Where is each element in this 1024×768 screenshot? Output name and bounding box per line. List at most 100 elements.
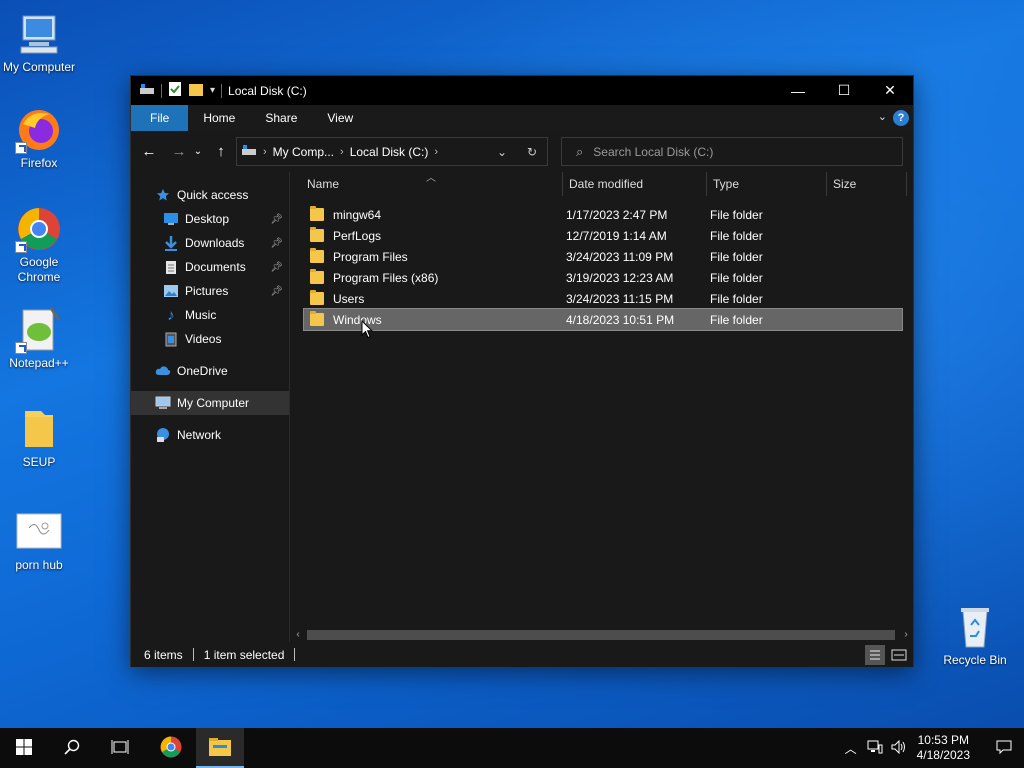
volume-icon[interactable] [887, 739, 911, 757]
close-button[interactable]: ✕ [867, 76, 913, 105]
scrollbar-thumb[interactable] [307, 630, 895, 640]
tab-view[interactable]: View [312, 105, 368, 131]
shortcut-arrow-icon [15, 142, 27, 154]
tab-share[interactable]: Share [250, 105, 312, 131]
file-type: File folder [710, 228, 763, 243]
network-icon [155, 427, 171, 443]
computer-icon [155, 395, 171, 411]
sidebar-item-pictures[interactable]: Pictures 📌︎ [131, 279, 289, 303]
search-input[interactable]: ⌕ Search Local Disk (C:) [561, 137, 903, 166]
sidebar-item-label: Network [177, 428, 222, 442]
file-row[interactable]: mingw64 1/17/2023 2:47 PM File folder [304, 204, 902, 225]
column-header-type[interactable]: Type [707, 172, 827, 196]
file-row[interactable]: Program Files (x86) 3/19/2023 12:23 AM Fil… [304, 267, 902, 288]
chevron-right-icon[interactable]: › [263, 146, 267, 158]
file-name: Program Files [333, 249, 408, 264]
up-arrow-icon[interactable]: ↑ [209, 139, 233, 163]
scroll-right-icon[interactable]: › [899, 628, 913, 642]
desktop-icon-recycle-bin[interactable]: Recycle Bin [937, 603, 1013, 668]
column-header-date[interactable]: Date modified [563, 172, 707, 196]
refresh-icon[interactable]: ↻ [517, 145, 547, 159]
taskbar-chrome[interactable] [147, 728, 195, 768]
tab-home[interactable]: Home [188, 105, 250, 131]
shortcut-arrow-icon [15, 241, 27, 253]
start-button[interactable] [0, 728, 48, 768]
file-row[interactable]: Windows 4/18/2023 10:51 PM File folder [303, 308, 903, 331]
folder-icon [310, 269, 324, 284]
show-hidden-icons-chevron-icon[interactable]: ︿ [839, 740, 863, 757]
title-bar[interactable]: ▾ Local Disk (C:) — ☐ ✕ [131, 76, 913, 105]
forward-arrow-icon[interactable]: → [167, 139, 191, 163]
breadcrumb-my-computer[interactable]: My Comp... [273, 145, 334, 159]
sidebar-item-quick-access[interactable]: Quick access [131, 183, 289, 207]
sidebar-item-desktop[interactable]: Desktop 📌︎ [131, 207, 289, 231]
sidebar-item-label: Music [185, 308, 217, 322]
search-button[interactable] [48, 728, 96, 768]
back-arrow-icon[interactable]: ← [137, 139, 161, 163]
address-bar[interactable]: › My Comp... › Local Disk (C:) › ⌄ ↻ [236, 137, 548, 166]
pin-icon[interactable]: 📌︎ [270, 286, 283, 297]
breadcrumb-local-disk[interactable]: Local Disk (C:) [350, 145, 429, 159]
column-header-size[interactable]: Size [827, 172, 907, 196]
desktop-icon-seup[interactable]: SEUP [1, 405, 77, 470]
sidebar-item-downloads[interactable]: Downloads 📌︎ [131, 231, 289, 255]
sidebar-item-documents[interactable]: Documents 📌︎ [131, 255, 289, 279]
pin-icon[interactable]: 📌︎ [270, 262, 283, 273]
pane-divider[interactable] [289, 172, 290, 642]
file-rows: mingw64 1/17/2023 2:47 PM File folder PerfL… [303, 204, 903, 331]
desktop-icon-my-computer[interactable]: My Computer [1, 10, 77, 75]
image-file-icon [15, 508, 63, 556]
sidebar-item-network[interactable]: Network [131, 423, 289, 447]
sidebar-item-onedrive[interactable]: OneDrive [131, 359, 289, 383]
desktop-icon-firefox[interactable]: Firefox [1, 106, 77, 171]
pin-icon[interactable]: 📌︎ [270, 238, 283, 249]
sidebar-item-label: My Computer [177, 396, 250, 410]
details-view-icon[interactable] [865, 645, 885, 665]
ribbon-tabs: File Home Share View ⌄ ? [131, 105, 913, 131]
file-row[interactable]: Program Files 3/24/2023 11:09 PM File fold… [304, 246, 902, 267]
folder-icon [310, 311, 324, 326]
sidebar-item-music[interactable]: ♪ Music [131, 303, 289, 327]
minimize-button[interactable]: — [775, 76, 821, 105]
large-icons-view-icon[interactable] [889, 645, 909, 665]
sidebar-item-label: Downloads [185, 236, 245, 250]
chevron-right-icon[interactable]: › [434, 146, 438, 158]
expand-ribbon-icon[interactable]: ⌄ [878, 110, 887, 123]
notifications-icon[interactable] [984, 739, 1024, 758]
column-header-name[interactable]: Name [301, 172, 563, 196]
new-folder-icon[interactable] [188, 81, 204, 100]
file-type: File folder [710, 291, 763, 306]
taskbar-file-explorer[interactable] [196, 728, 244, 768]
file-row[interactable]: Users 3/24/2023 11:15 PM File folder [304, 288, 902, 309]
file-row[interactable]: PerfLogs 12/7/2019 1:14 AM File folder [304, 225, 902, 246]
desktop-icon-chrome[interactable]: Google Chrome [1, 205, 77, 285]
network-status-icon[interactable] [863, 740, 887, 757]
file-name-cell: mingw64 [310, 204, 381, 225]
address-history-chevron-icon[interactable]: ⌄ [487, 145, 517, 159]
clock[interactable]: 10:53 PM 4/18/2023 [917, 733, 970, 763]
maximize-button[interactable]: ☐ [821, 76, 867, 105]
task-view-button[interactable] [96, 728, 144, 768]
documents-icon [163, 259, 179, 275]
pin-icon[interactable]: 📌︎ [270, 214, 283, 225]
tab-file[interactable]: File [131, 105, 189, 131]
desktop-icon-label: Firefox [20, 156, 58, 170]
recent-locations-chevron-icon[interactable]: ⌄ [191, 139, 205, 163]
sidebar-item-my-computer[interactable]: My Computer [131, 391, 289, 415]
file-type: File folder [710, 270, 763, 285]
file-type: File folder [710, 312, 763, 327]
navigation-bar: ← → ⌄ ↑ › My Comp... › Local Disk (C:) ›… [131, 131, 913, 171]
taskbar: ︿ 10:53 PM 4/18/2023 [0, 728, 1024, 768]
customize-toolbar-icon[interactable]: ▾ [210, 85, 215, 96]
scroll-left-icon[interactable]: ‹ [291, 628, 305, 642]
horizontal-scrollbar[interactable]: ‹ › [291, 628, 913, 642]
desktop-icon-notepadpp[interactable]: Notepad++ [1, 306, 77, 371]
sidebar-item-videos[interactable]: Videos [131, 327, 289, 351]
desktop-icon-porn-hub[interactable]: porn hub [1, 508, 77, 573]
sidebar-item-label: Pictures [185, 284, 229, 298]
pictures-icon [163, 283, 179, 299]
chrome-icon [159, 735, 183, 762]
properties-icon[interactable] [168, 81, 182, 100]
help-icon[interactable]: ? [893, 110, 909, 126]
chevron-right-icon[interactable]: › [340, 146, 344, 158]
